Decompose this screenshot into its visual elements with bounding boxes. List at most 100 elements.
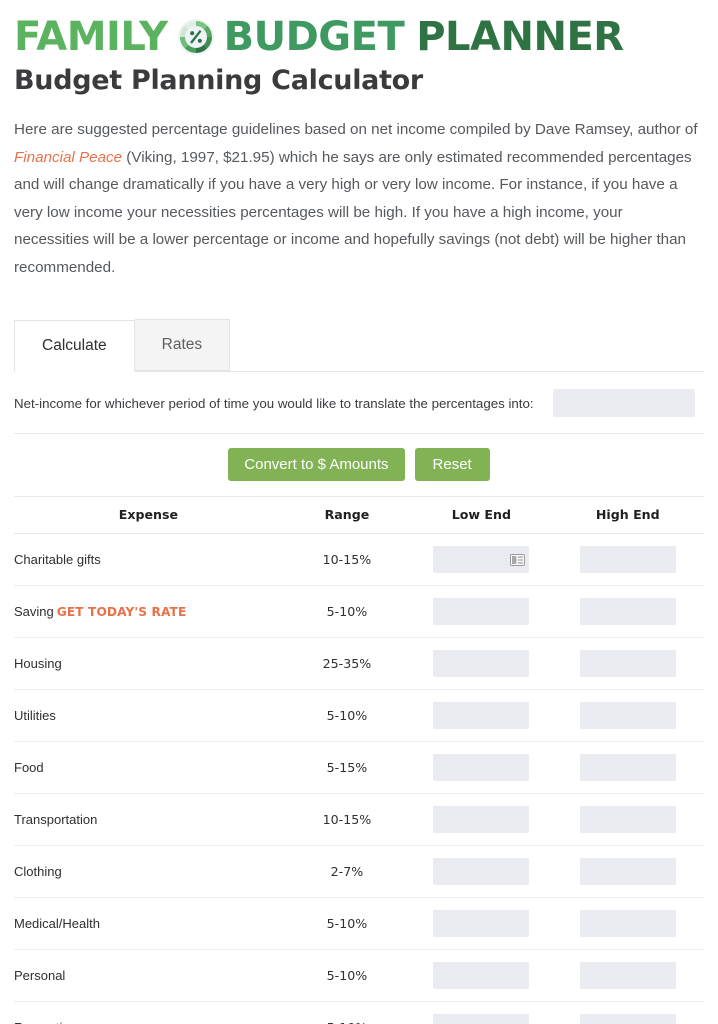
- high-end-input[interactable]: [579, 546, 676, 573]
- range-cell: 25-35%: [282, 637, 412, 690]
- logo-word-planner: PLANNER: [416, 14, 624, 60]
- percent-donut-icon: [177, 18, 215, 56]
- range-cell: 5-10%: [282, 1001, 412, 1024]
- financial-peace-link[interactable]: Financial Peace: [14, 149, 122, 166]
- budget-table: Expense Range Low End High End Charitabl…: [14, 497, 704, 1024]
- table-row: Personal 5-10%: [14, 949, 704, 1002]
- range-value: 5-15%: [326, 759, 368, 775]
- range-cell: 10-15%: [282, 793, 412, 846]
- net-income-row: Net-income for whichever period of time …: [14, 372, 704, 434]
- high-end-input[interactable]: [579, 702, 676, 729]
- low-end-input[interactable]: [433, 806, 530, 833]
- high-end-cell: [551, 533, 704, 586]
- expense-cell: Utilities: [14, 689, 283, 742]
- expense-label: Utilities: [14, 707, 56, 723]
- expense-cell: Personal: [14, 949, 283, 1002]
- input-wrapper: [433, 754, 530, 781]
- input-wrapper: [579, 650, 676, 677]
- high-end-input[interactable]: [579, 962, 676, 989]
- range-value: 5-10%: [326, 707, 368, 723]
- low-end-input[interactable]: [433, 598, 530, 625]
- high-end-input[interactable]: [579, 598, 676, 625]
- range-value: 25-35%: [322, 655, 372, 671]
- high-end-cell: [551, 741, 704, 794]
- input-wrapper: [433, 546, 530, 573]
- input-wrapper: [579, 754, 676, 781]
- high-end-input[interactable]: [579, 754, 676, 781]
- expense-label: Recreation: [14, 1020, 77, 1024]
- intro-text-after: (Viking, 1997, $21.95) which he says are…: [14, 148, 692, 276]
- range-cell: 5-15%: [282, 741, 412, 794]
- table-row: Saving GET TODAY'S RATE 5-10%: [14, 585, 704, 638]
- low-end-input[interactable]: [433, 858, 530, 885]
- table-row: Recreation 5-10%: [14, 1001, 704, 1024]
- high-end-input[interactable]: [579, 650, 676, 677]
- expense-cell: Saving GET TODAY'S RATE: [14, 585, 283, 638]
- high-end-input[interactable]: [579, 910, 676, 937]
- site-logo: FAMILY BUDGET PLANNER: [14, 0, 704, 58]
- range-cell: 2-7%: [282, 845, 412, 898]
- table-header: Expense Range Low End High End: [14, 497, 704, 534]
- logo-word-family: FAMILY: [14, 14, 168, 60]
- high-end-cell: [551, 585, 704, 638]
- input-wrapper: [433, 702, 530, 729]
- low-end-input[interactable]: [433, 702, 530, 729]
- low-end-input[interactable]: [433, 754, 530, 781]
- expense-cell: Clothing: [14, 845, 283, 898]
- range-cell: 5-10%: [282, 689, 412, 742]
- logo-word-budget: BUDGET: [223, 14, 405, 60]
- low-end-cell: [411, 689, 552, 742]
- high-end-cell: [551, 637, 704, 690]
- table-body: Charitable gifts 10-15% Saving GET TODAY'S …: [14, 533, 704, 1024]
- low-end-input[interactable]: [433, 650, 530, 677]
- action-button-row: Convert to $ Amounts Reset: [14, 434, 704, 497]
- input-wrapper: [579, 910, 676, 937]
- table-header-row: Expense Range Low End High End: [14, 497, 704, 534]
- range-cell: 5-10%: [282, 585, 412, 638]
- high-end-cell: [551, 949, 704, 1002]
- high-end-input[interactable]: [579, 806, 676, 833]
- low-end-cell: [411, 741, 552, 794]
- input-wrapper: [579, 702, 676, 729]
- high-end-cell: [551, 689, 704, 742]
- header-range: Range: [282, 497, 412, 534]
- low-end-cell: [411, 533, 552, 586]
- low-end-input[interactable]: [433, 962, 530, 989]
- tab-calculate[interactable]: Calculate: [14, 320, 135, 372]
- input-wrapper: [433, 598, 530, 625]
- reset-button[interactable]: Reset: [414, 448, 490, 481]
- budget-planner-page: FAMILY BUDGET PLANNER Budget Planning Ca…: [0, 0, 718, 1024]
- convert-to-dollars-button[interactable]: Convert to $ Amounts: [228, 448, 405, 481]
- expense-cell: Recreation: [14, 1001, 283, 1024]
- table-row: Charitable gifts 10-15%: [14, 533, 704, 586]
- high-end-input[interactable]: [579, 1014, 676, 1024]
- input-wrapper: [579, 598, 676, 625]
- input-wrapper: [433, 1014, 530, 1024]
- input-wrapper: [579, 962, 676, 989]
- low-end-cell: [411, 1001, 552, 1024]
- low-end-input[interactable]: [433, 1014, 530, 1024]
- expense-label: Transportation: [14, 811, 98, 827]
- net-income-input[interactable]: [553, 389, 695, 417]
- range-value: 2-7%: [330, 863, 364, 879]
- tab-rates[interactable]: Rates: [134, 319, 231, 371]
- high-end-input[interactable]: [579, 858, 676, 885]
- header-low-end: Low End: [411, 497, 552, 534]
- low-end-cell: [411, 845, 552, 898]
- tab-bar: Calculate Rates: [14, 319, 704, 372]
- low-end-cell: [411, 949, 552, 1002]
- low-end-input[interactable]: [433, 910, 530, 937]
- low-end-input[interactable]: [433, 546, 530, 573]
- input-wrapper: [433, 858, 530, 885]
- header-high-end: High End: [551, 497, 704, 534]
- range-cell: 5-10%: [282, 897, 412, 950]
- table-row: Housing 25-35%: [14, 637, 704, 690]
- input-wrapper: [433, 650, 530, 677]
- range-value: 5-10%: [326, 603, 368, 619]
- low-end-cell: [411, 637, 552, 690]
- input-wrapper: [579, 546, 676, 573]
- get-todays-rate-link[interactable]: GET TODAY'S RATE: [57, 605, 187, 619]
- range-value: 5-10%: [326, 967, 368, 983]
- expense-label: Personal: [14, 967, 66, 983]
- input-wrapper: [579, 1014, 676, 1024]
